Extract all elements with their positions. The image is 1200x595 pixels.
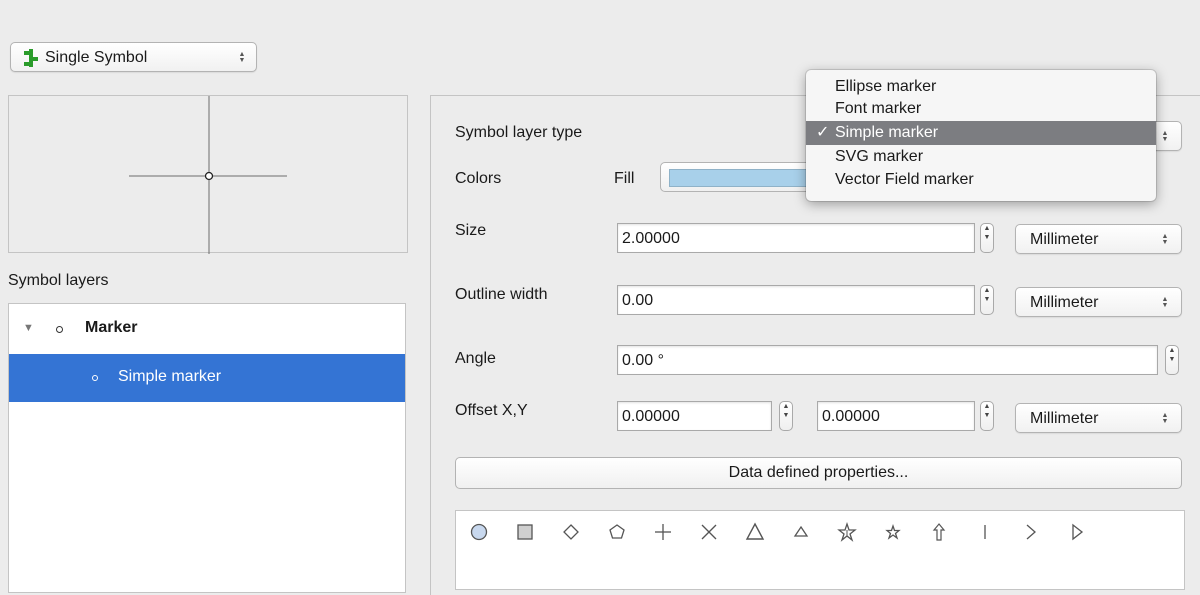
arrowhead-icon[interactable] [1020,521,1042,543]
offset-y-spinner[interactable]: ▲ ▼ [980,401,994,431]
updown-arrows-icon: ▲ ▼ [1161,233,1169,246]
offset-label: Offset X,Y [455,402,528,419]
marker-shape-list[interactable] [455,510,1185,590]
menu-item-vector-field-marker[interactable]: Vector Field marker [806,168,1156,192]
updown-arrows-icon: ▲ ▼ [1161,412,1169,425]
triangle-icon[interactable] [744,521,766,543]
regular-star-icon[interactable] [882,521,904,543]
menu-item-simple-marker[interactable]: ✓ Simple marker [806,121,1156,145]
equilateral-triangle-icon[interactable] [790,521,812,543]
angle-spinner[interactable]: ▲ ▼ [1165,345,1179,375]
angle-input[interactable]: 0.00 ° [617,345,1158,375]
colors-label: Colors [455,170,502,187]
symbol-preview [8,95,408,254]
renderer-select[interactable]: Single Symbol ▲ ▼ [10,42,257,72]
outline-unit-select[interactable]: Millimeter ▲ ▼ [1015,287,1182,317]
updown-arrows-icon: ▲ ▼ [1161,130,1169,143]
menu-item-ellipse-marker[interactable]: Ellipse marker [806,75,1156,99]
checkmark-icon: ✓ [816,124,830,141]
renderer-label: Single Symbol [45,49,148,66]
tree-item-label: Simple marker [118,368,222,385]
square-icon[interactable] [514,521,536,543]
offset-y-input[interactable]: 0.00000 [817,401,975,431]
data-defined-properties-button[interactable]: Data defined properties... [455,457,1182,489]
updown-arrows-icon: ▲ ▼ [238,51,246,64]
tree-item-simple-marker[interactable]: Simple marker [9,354,405,402]
pentagon-icon[interactable] [606,521,628,543]
expand-triangle-icon[interactable]: ▼ [23,322,34,334]
offset-unit-select[interactable]: Millimeter ▲ ▼ [1015,403,1182,433]
outline-width-input[interactable]: 0.00 [617,285,975,315]
symbol-layers-heading: Symbol layers [8,272,109,289]
x-icon[interactable] [698,521,720,543]
filled-arrowhead-icon[interactable] [1066,521,1088,543]
star-icon[interactable] [836,521,858,543]
size-input[interactable]: 2.00000 [617,223,975,253]
marker-node-icon [56,326,63,333]
tree-item-label: Marker [85,319,138,336]
symbol-layer-type-label: Symbol layer type [455,124,583,141]
size-unit-select[interactable]: Millimeter ▲ ▼ [1015,224,1182,254]
single-symbol-icon [24,49,38,67]
outline-width-spinner[interactable]: ▲ ▼ [980,285,994,315]
size-label: Size [455,222,487,239]
outline-width-label: Outline width [455,286,548,303]
size-spinner[interactable]: ▲ ▼ [980,223,994,253]
menu-item-font-marker[interactable]: Font marker [806,97,1156,121]
fill-label: Fill [614,170,635,187]
diamond-icon[interactable] [560,521,582,543]
line-icon[interactable] [974,521,996,543]
offset-x-input[interactable]: 0.00000 [617,401,772,431]
symbol-layers-tree[interactable]: ▼ Marker Simple marker [8,303,406,593]
updown-arrows-icon: ▲ ▼ [1161,296,1169,309]
menu-item-svg-marker[interactable]: SVG marker [806,145,1156,169]
cross-icon[interactable] [652,521,674,543]
circle-icon[interactable] [468,521,490,543]
symbol-layer-type-menu[interactable]: Ellipse marker Font marker ✓ Simple mark… [806,70,1156,201]
simple-marker-node-icon [92,375,98,381]
offset-x-spinner[interactable]: ▲ ▼ [779,401,793,431]
arrow-icon[interactable] [928,521,950,543]
tree-item-marker[interactable]: ▼ Marker [9,306,405,354]
angle-label: Angle [455,350,496,367]
